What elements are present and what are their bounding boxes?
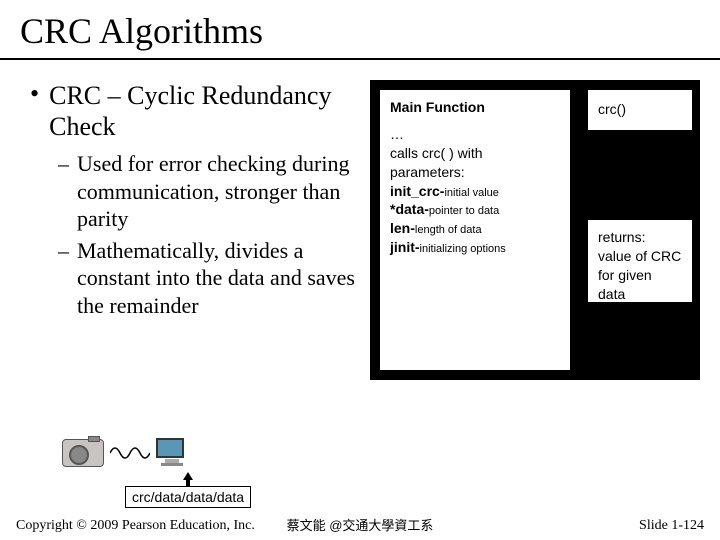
main-function-box: Main Function … calls crc( ) with parame… [380,90,570,370]
returns-body: value of CRC for given data [598,247,682,304]
monitor-icon [156,438,188,468]
returns-box: returns: value of CRC for given data [588,220,692,302]
dash-icon: – [58,237,69,320]
main-function-title: Main Function [390,98,560,117]
param-initcrc: init_crc-initial value [390,182,560,201]
right-column: Main Function … calls crc( ) with parame… [370,80,708,380]
sub-bullet-2: – Mathematically, divides a constant int… [58,237,362,320]
bullet-dot-icon: • [30,80,39,142]
crc-box: crc() [588,90,692,130]
sub-bullet-2-text: Mathematically, divides a constant into … [77,237,362,320]
footer-center: 蔡文能 @交通大學資工系 [287,515,434,534]
content-area: • CRC – Cyclic Redundancy Check – Used f… [0,80,720,380]
copyright-text: Copyright © 2009 Pearson Education, Inc. [16,518,255,534]
camera-icon [62,439,104,467]
returns-label: returns: [598,228,682,247]
sub-bullet-1-text: Used for error checking during communica… [77,150,362,233]
main-bullet: • CRC – Cyclic Redundancy Check [30,80,362,142]
slide-number: Slide 1-124 [639,518,704,534]
wire-icon [110,443,150,463]
left-column: • CRC – Cyclic Redundancy Check – Used f… [30,80,370,380]
main-bullet-text: CRC – Cyclic Redundancy Check [49,80,362,142]
calls-line: calls crc( ) with parameters: [390,144,560,182]
diagram-blackbox: Main Function … calls crc( ) with parame… [370,80,700,380]
data-stream-label: crc/data/data/data [125,486,251,508]
transmission-diagram [62,438,188,468]
dash-icon: – [58,150,69,233]
param-len: len-length of data [390,219,560,238]
param-data: *data-pointer to data [390,200,560,219]
ellipsis: … [390,125,560,144]
sub-bullet-1: – Used for error checking during communi… [58,150,362,233]
slide-title: CRC Algorithms [0,0,720,60]
data-label-group: crc/data/data/data [125,472,251,508]
arrow-up-icon [125,472,251,486]
param-jinit: jinit-initializing options [390,238,560,257]
